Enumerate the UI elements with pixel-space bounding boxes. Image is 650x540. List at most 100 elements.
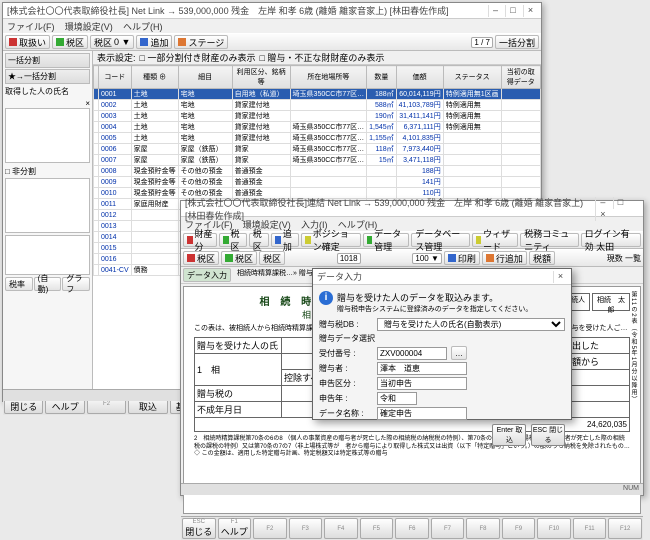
fkey-F11[interactable]: F11 [573,518,607,539]
tb2-addrow[interactable]: 行追加 [482,251,527,265]
lp-clear[interactable]: × [5,99,90,108]
import-dialog: データ入力 × i 贈与を受けた人のデータを取込みます。 贈与税申告システムに登… [312,268,572,420]
tb-asset[interactable]: 財産分 [183,233,217,247]
fkey-F2[interactable]: F2 [253,518,287,539]
in-nm[interactable] [377,362,467,375]
tb-comm[interactable]: 税務コミュニティ [520,233,578,247]
col-header[interactable]: 数量 [367,66,397,89]
dlg-title: データ入力 [317,270,362,283]
tb-stage[interactable]: ステージ [174,35,228,49]
tb-bulk[interactable]: 一括分割 [495,35,539,49]
table-row[interactable]: 0007家屋家屋（鉄筋）貸家埼玉県350CC市77区…15㎡3,471,118円 [94,155,541,166]
in-dn[interactable] [377,407,467,420]
lp-tab1[interactable]: 税率 [5,277,33,291]
function-keys: ESC閉じるF1ヘルプF2F3F4F5F6F7F8F9F10F11F12 [181,516,643,540]
tb-db[interactable]: データベース管理 [411,233,469,247]
tb2-1[interactable]: 税区 [183,251,219,265]
pages[interactable]: 1018 [337,253,361,264]
lp-tab2[interactable]: (自動) [34,277,62,291]
table-row[interactable]: 0009現金預貯金等その他の預金普通預金141円 [94,177,541,188]
tb-data[interactable]: データ管理 [363,233,410,247]
fkey-F9[interactable]: F9 [502,518,536,539]
sel-db[interactable]: 贈与を受けた人の氏名(自動表示) [377,318,565,331]
filter-chk1[interactable]: □ 一部分割付き財産のみ表示 [140,51,256,64]
maximize-icon[interactable]: □ [613,197,627,209]
lp-label1: 取得した人の氏名 [5,86,90,97]
sec1: 贈与を受けた人の氏 [195,338,282,354]
lookup-icon[interactable]: … [451,346,467,360]
tb-add[interactable]: 追加 [271,233,299,247]
fkey-ESC[interactable]: ESC閉じる [182,518,216,539]
fkey-F7[interactable]: F7 [431,518,465,539]
tb2-print[interactable]: 印刷 [444,251,480,265]
l-dc: 申告区分 : [319,378,373,389]
filter-row: 表示設定: □ 一部分割付き財産のみ表示 □ 贈与・不正な財財産のみ表示 [93,51,541,65]
dlg-titlebar[interactable]: データ入力 × [313,269,571,285]
tb-t2[interactable]: 税区 [249,233,270,247]
fkey-F6[interactable]: F6 [395,518,429,539]
filter-chk2[interactable]: □ 贈与・不正な財財産のみ表示 [259,51,384,64]
tb-handling[interactable]: 取扱い [5,35,50,49]
lp-list3[interactable] [5,235,90,275]
tb-t1[interactable]: 税区 [219,233,247,247]
table-row[interactable]: 0002土地宅地貸家建付地588㎡41,103,789円特例適用無 [94,100,541,111]
close-icon[interactable]: × [553,271,567,283]
col-header[interactable]: ステータス [443,66,501,89]
col-header[interactable]: 種類 ⊕ [131,66,178,89]
menu-file[interactable]: ファイル(F) [7,22,55,32]
table-row[interactable]: 0004土地宅地貸家建付地埼玉県350CC市77区…1,545㎡6,371,11… [94,122,541,133]
col-header[interactable]: 価額 [396,66,443,89]
close-icon[interactable]: × [595,209,609,221]
minimize-icon[interactable]: – [595,197,609,209]
fkey-F12[interactable]: F12 [608,518,642,539]
col-header[interactable]: コード [99,66,132,89]
minimize-icon[interactable]: – [488,5,502,17]
fkey-F10[interactable]: F10 [537,518,571,539]
tab-data-input[interactable]: データ入力 [183,268,231,282]
tb2-2[interactable]: 税区 [221,251,257,265]
titlebar[interactable]: [株式会社〇〇代表取締役社長]連結 Net Link → 539,000,000… [181,201,643,217]
fkey-F5[interactable]: F5 [360,518,394,539]
zoom[interactable]: 100 ▼ [412,253,442,264]
l-dn: データ名称 : [319,408,373,419]
titlebar[interactable]: [株式会社〇〇代表取締役社長] Net Link → 539,000,000 残… [3,3,541,19]
menu-env[interactable]: 環境設定(V) [65,22,113,32]
btn-import[interactable]: Enter 取込 [492,424,526,446]
fkey-F3[interactable]: F3 [289,518,323,539]
lp-h2[interactable]: ★→一括分割 [5,69,90,84]
tb-wiz[interactable]: ウィザード [472,233,519,247]
tb-add[interactable]: 追加 [136,35,172,49]
table-row[interactable]: 0008現金預貯金等その他の預金普通預金188円 [94,166,541,177]
r1: 贈与税の [195,386,282,402]
col-header[interactable]: 利用区分、銘柄等 [232,66,290,89]
col-header[interactable]: 所在地場所等 [290,66,367,89]
lp-chk[interactable]: □ 非分割 [5,165,90,178]
table-row[interactable]: 0003土地宅地貸家建付地190㎡31,411,141円特例適用無 [94,111,541,122]
in-no[interactable] [377,347,447,360]
tb2-3[interactable]: 税区 [259,251,285,265]
table-row[interactable]: 0005土地宅地貸家建付地埼玉県350CC市77区…1,155㎡4,101,83… [94,133,541,144]
tb-tax1[interactable]: 税区 [52,35,88,49]
lp-list2[interactable] [5,178,90,233]
red-icon [187,236,193,244]
menu-help[interactable]: ヘルプ(H) [123,22,163,32]
fkey-F8[interactable]: F8 [466,518,500,539]
lp-tab3[interactable]: グラフ [62,277,90,291]
in-dt[interactable] [377,392,417,405]
pager[interactable]: 1 / 7 [471,37,493,48]
col-header[interactable]: 細目 [178,66,232,89]
in-dc[interactable] [377,377,467,390]
btn-close[interactable]: ESC 閉じる [531,424,565,446]
tb-tax2[interactable]: 税区0 ▼ [90,35,134,49]
fkey-F4[interactable]: F4 [324,518,358,539]
fkey-F1[interactable]: F1ヘルプ [218,518,252,539]
tb-pos[interactable]: ポジション確定 [301,233,360,247]
maximize-icon[interactable]: □ [505,5,519,17]
close-icon[interactable]: × [523,5,537,17]
tb2-amt[interactable]: 税額 [529,251,555,265]
lp-list1[interactable] [5,108,90,163]
table-row[interactable]: 0001土地宅地自用地（私道）埼玉県350CC市77区…188㎡60,014,1… [94,89,541,100]
tb-login[interactable]: ログイン有効 太田 [581,233,641,247]
table-row[interactable]: 0006家屋家屋（鉄筋）貸家埼玉県350CC市77区…118㎡7,973,440… [94,144,541,155]
col-header[interactable]: 当初の取得データ [501,66,540,89]
